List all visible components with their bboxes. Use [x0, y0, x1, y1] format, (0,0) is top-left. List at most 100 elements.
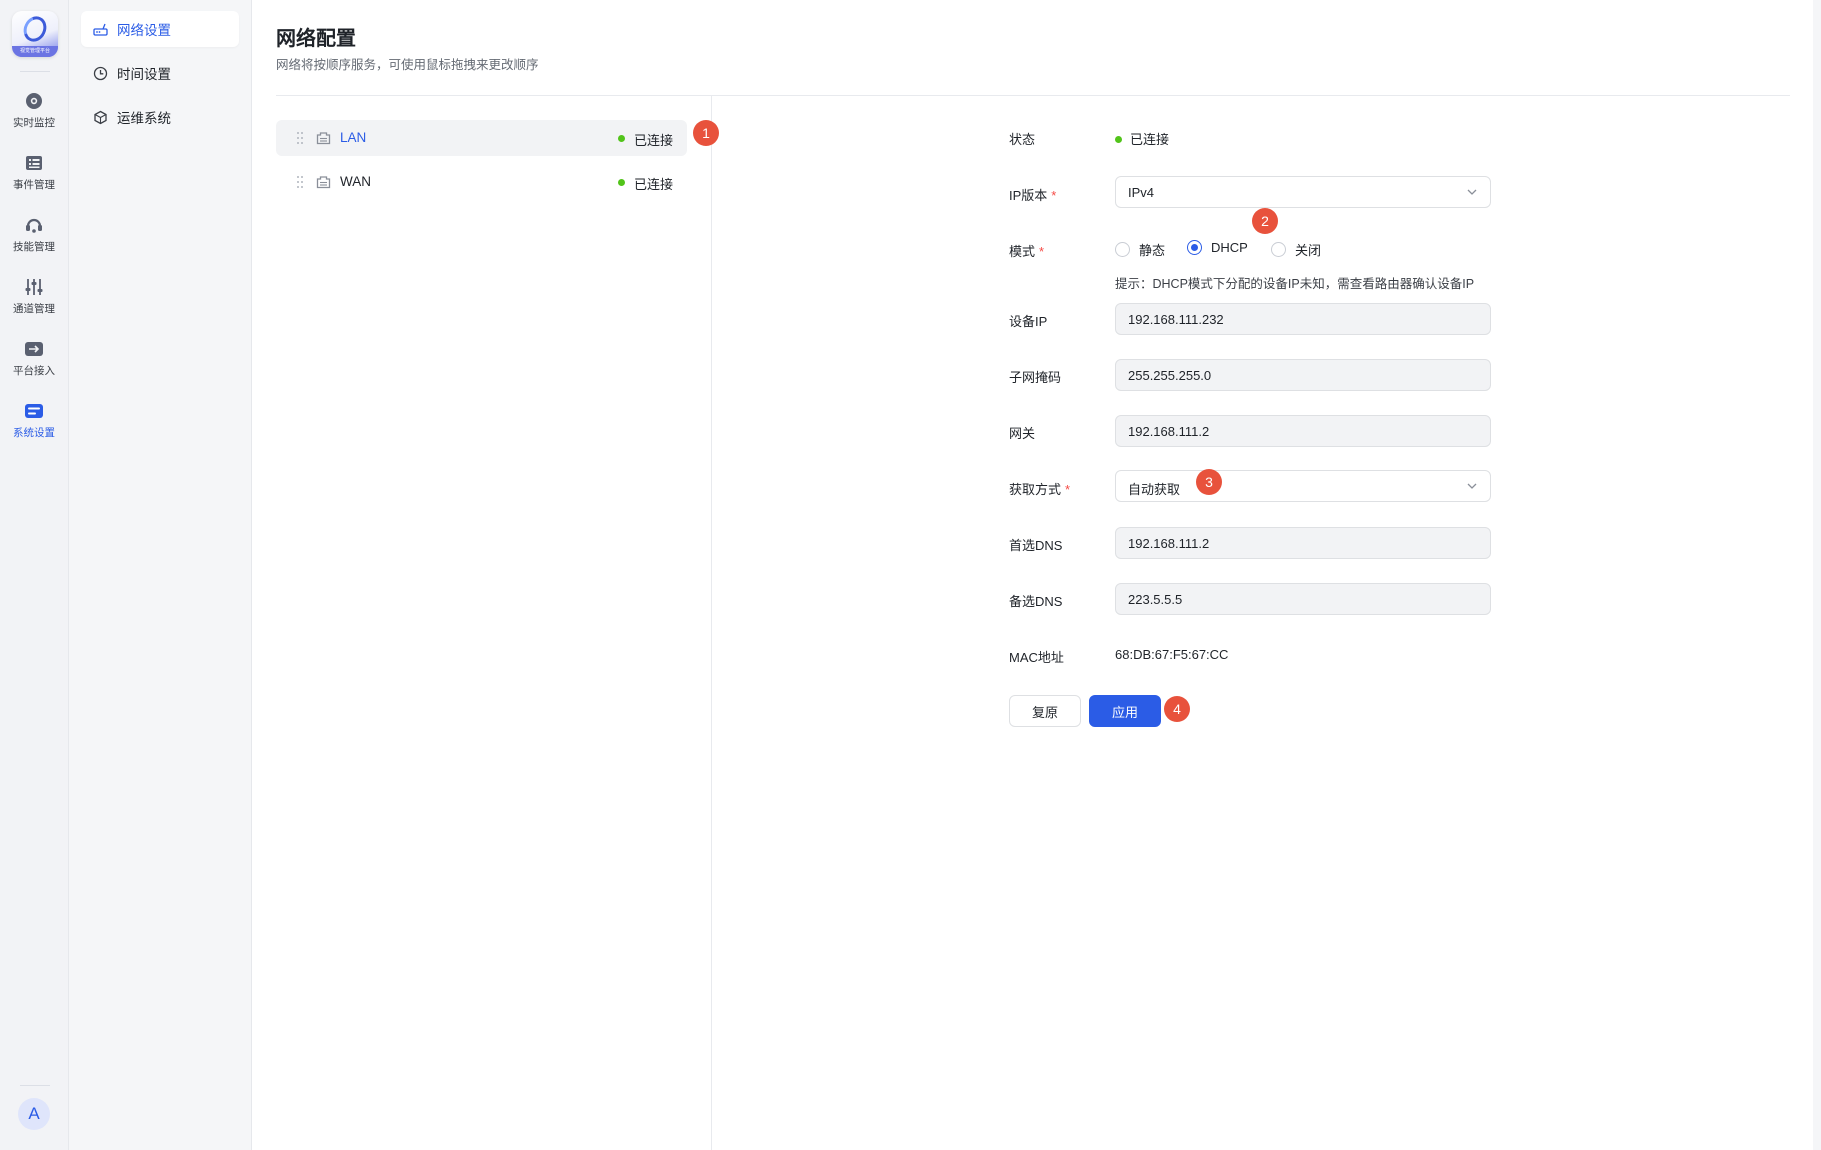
- platform-access-icon: [25, 342, 43, 356]
- secondary-dns-field[interactable]: [1115, 583, 1491, 615]
- window-edge: [1813, 0, 1821, 1150]
- radio-label: DHCP: [1211, 240, 1248, 255]
- required-mark: *: [1065, 482, 1071, 497]
- monitor-icon: [26, 93, 42, 109]
- radio-circle[interactable]: [1187, 240, 1202, 255]
- app-logo[interactable]: 视觉管理平台: [12, 11, 58, 57]
- ip-version-value: IPv4: [1128, 185, 1155, 200]
- status-text: 已连接: [1130, 132, 1170, 147]
- ethernet-port-icon: [316, 132, 331, 145]
- acquire-method-label-text: 获取方式: [1009, 482, 1062, 497]
- primary-dns-label: 首选DNS: [1009, 538, 1063, 553]
- rail-label: 实时监控: [13, 117, 55, 129]
- acquire-method-value: 自动获取: [1128, 482, 1181, 497]
- device-ip-field[interactable]: [1115, 303, 1491, 335]
- status-label: 状态: [1009, 132, 1036, 147]
- annotation-badge-4: 4: [1164, 696, 1190, 722]
- mode-label: 模式 *: [1009, 241, 1044, 260]
- mode-label-text: 模式: [1009, 244, 1036, 259]
- acquire-method-select[interactable]: 自动获取: [1115, 470, 1491, 502]
- rail-label: 通道管理: [13, 303, 55, 315]
- radio-circle[interactable]: [1271, 242, 1286, 257]
- connected-status-dot: [618, 135, 625, 142]
- icon-rail: 视觉管理平台 实时监控 事件管理 技能管理 通道管理 平台接入 系统设置 A: [0, 0, 69, 1150]
- main-panel: 网络配置 网络将按顺序服务，可使用鼠标拖拽来更改顺序 LAN 已连接 WAN 已…: [252, 0, 1821, 1150]
- network-name: LAN: [340, 130, 367, 145]
- secondary-dns-label: 备选DNS: [1009, 594, 1063, 609]
- dhcp-hint: 提示：DHCP模式下分配的设备IP未知，需查看路由器确认设备IP: [1115, 277, 1475, 291]
- user-avatar[interactable]: A: [18, 1098, 50, 1130]
- settings-submenu: 网络设置 时间设置 运维系统: [69, 0, 252, 1150]
- annotation-badge-2: 2: [1252, 208, 1278, 234]
- required-mark: *: [1051, 188, 1057, 203]
- mode-radio-off[interactable]: 关闭: [1271, 240, 1321, 259]
- rail-item-skill-manage[interactable]: 技能管理: [0, 216, 68, 268]
- acquire-method-label: 获取方式 *: [1009, 479, 1070, 498]
- mode-radio-static[interactable]: 静态: [1115, 240, 1165, 259]
- header-divider: [276, 95, 1790, 96]
- clock-icon: [93, 66, 108, 80]
- subnet-mask-label: 子网掩码: [1009, 370, 1062, 385]
- network-status: 已连接: [634, 133, 674, 148]
- ip-version-label-text: IP版本: [1009, 188, 1048, 203]
- reset-button[interactable]: 复原: [1009, 695, 1081, 727]
- chevron-down-icon: [1467, 189, 1477, 195]
- ip-version-select[interactable]: IPv4: [1115, 176, 1491, 208]
- rail-label: 技能管理: [13, 241, 55, 253]
- rail-label: 事件管理: [13, 179, 55, 191]
- submenu-label: 运维系统: [117, 111, 171, 126]
- rail-divider: [20, 71, 50, 72]
- mode-radio-dhcp[interactable]: DHCP: [1187, 240, 1248, 255]
- gateway-label: 网关: [1009, 426, 1036, 441]
- rail-label: 平台接入: [13, 365, 55, 377]
- drag-handle-icon[interactable]: [296, 131, 304, 145]
- submenu-item-time-settings[interactable]: 时间设置: [81, 55, 239, 91]
- event-list-icon: [26, 156, 42, 170]
- radio-label: 关闭: [1295, 243, 1322, 258]
- channel-sliders-icon: [25, 279, 43, 295]
- connected-status-dot: [1115, 136, 1122, 143]
- radio-circle[interactable]: [1115, 242, 1130, 257]
- mac-address-value: 68:DB:67:F5:67:CC: [1115, 647, 1229, 662]
- device-ip-label: 设备IP: [1009, 314, 1048, 329]
- submenu-item-network-settings[interactable]: 网络设置: [81, 11, 239, 47]
- column-divider: [711, 96, 712, 1150]
- network-status: 已连接: [634, 177, 674, 192]
- annotation-badge-3: 3: [1196, 469, 1222, 495]
- subnet-mask-field[interactable]: [1115, 359, 1491, 391]
- ip-version-label: IP版本 *: [1009, 185, 1056, 204]
- submenu-label: 时间设置: [117, 67, 171, 82]
- network-name: WAN: [340, 174, 371, 189]
- mac-address-label: MAC地址: [1009, 650, 1064, 665]
- rail-item-platform-access[interactable]: 平台接入: [0, 340, 68, 392]
- system-settings-icon: [25, 404, 43, 418]
- gateway-field[interactable]: [1115, 415, 1491, 447]
- page-title: 网络配置: [276, 28, 356, 50]
- status-value: 已连接: [1115, 129, 1169, 148]
- annotation-badge-1: 1: [693, 120, 719, 146]
- page-description: 网络将按顺序服务，可使用鼠标拖拽来更改顺序: [276, 58, 539, 72]
- required-mark: *: [1039, 244, 1045, 259]
- network-item-wan[interactable]: WAN 已连接: [276, 164, 687, 200]
- chevron-down-icon: [1467, 483, 1477, 489]
- rail-item-channel-manage[interactable]: 通道管理: [0, 278, 68, 330]
- network-item-lan[interactable]: LAN 已连接: [276, 120, 687, 156]
- connected-status-dot: [618, 179, 625, 186]
- primary-dns-field[interactable]: [1115, 527, 1491, 559]
- logo-mark-icon: [19, 12, 51, 46]
- skill-icon: [26, 218, 42, 233]
- rail-item-system-settings[interactable]: 系统设置: [0, 402, 68, 454]
- drag-handle-icon[interactable]: [296, 175, 304, 189]
- rail-item-event-manage[interactable]: 事件管理: [0, 154, 68, 206]
- rail-bottom-divider: [20, 1085, 50, 1086]
- rail-label: 系统设置: [13, 427, 55, 439]
- rail-item-realtime-monitor[interactable]: 实时监控: [0, 92, 68, 144]
- apply-button[interactable]: 应用: [1089, 695, 1161, 727]
- submenu-item-ops-system[interactable]: 运维系统: [81, 99, 239, 135]
- logo-band-text: 视觉管理平台: [12, 46, 58, 57]
- ethernet-port-icon: [316, 176, 331, 189]
- box-icon: [94, 110, 107, 124]
- radio-label: 静态: [1139, 243, 1166, 258]
- submenu-label: 网络设置: [117, 23, 171, 38]
- router-icon: [93, 23, 108, 36]
